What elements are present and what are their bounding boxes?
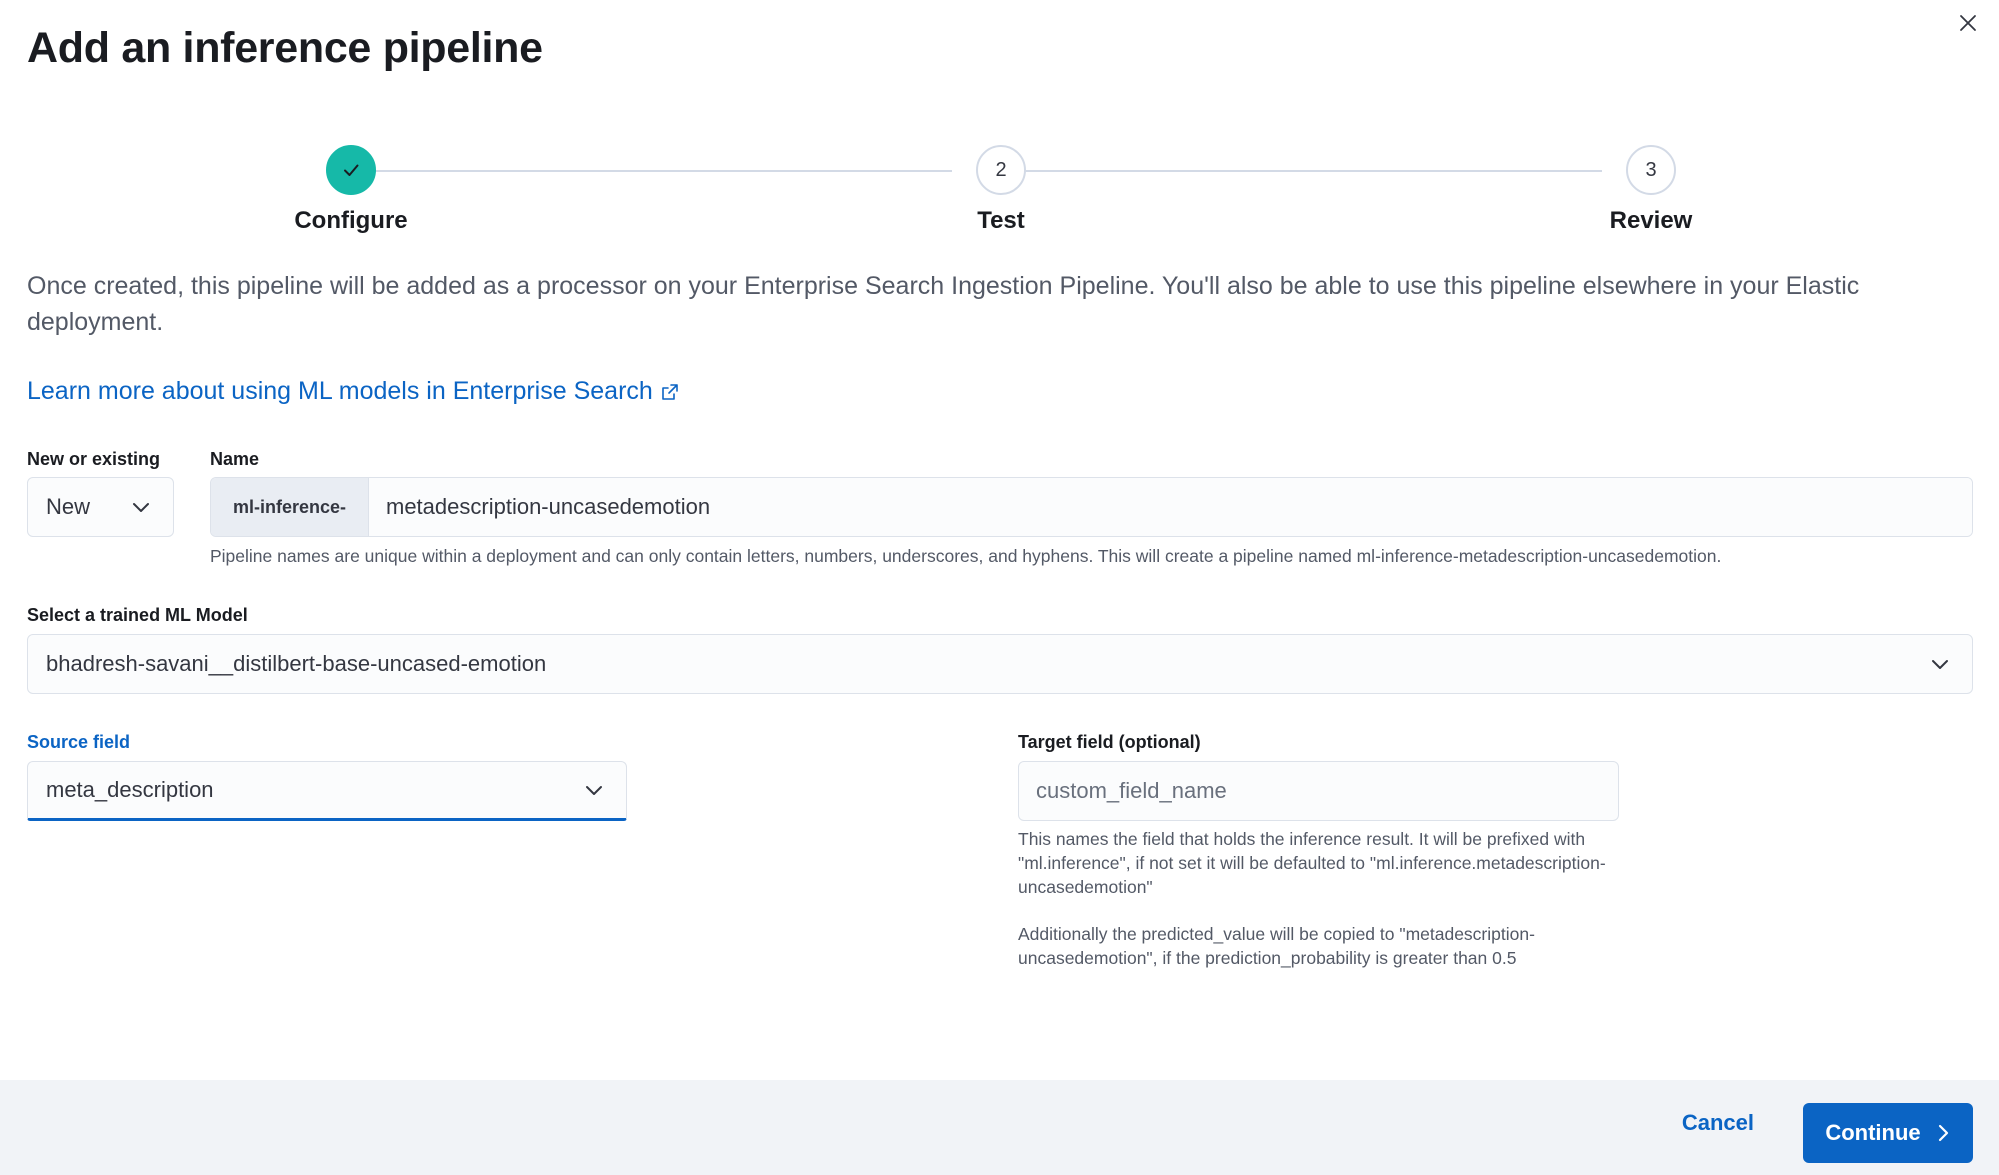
model-select[interactable]: bhadresh-savani__distilbert-base-uncased…: [27, 634, 1973, 694]
target-field-help: This names the field that holds the infe…: [1018, 829, 1606, 897]
cancel-button[interactable]: Cancel: [1682, 1110, 1754, 1136]
external-link-icon: [661, 383, 678, 400]
learn-more-label: Learn more about using ML models in Ente…: [27, 377, 653, 405]
stepper: Configure 2 Test 3 Review: [27, 145, 1972, 245]
name-label: Name: [210, 449, 260, 469]
step-configure[interactable]: Configure: [251, 145, 451, 235]
chevron-down-icon: [1932, 660, 1948, 669]
pipeline-description: Once created, this pipeline will be adde…: [27, 272, 1860, 336]
target-field-input[interactable]: [1018, 761, 1619, 821]
step-number: 3: [1626, 145, 1676, 195]
new-or-existing-select[interactable]: New: [27, 477, 174, 537]
new-or-existing-label: New or existing: [27, 449, 161, 469]
learn-more-link[interactable]: Learn more about using ML models in Ente…: [27, 377, 679, 406]
model-label: Select a trained ML Model: [27, 605, 248, 625]
step-review[interactable]: 3 Review: [1551, 145, 1751, 235]
chevron-down-icon: [133, 503, 149, 512]
source-field-label: Source field: [27, 732, 131, 752]
step-number: 2: [976, 145, 1026, 195]
new-or-existing-value: New: [46, 494, 91, 519]
step-test[interactable]: 2 Test: [901, 145, 1101, 235]
target-field-help-extra: Additionally the predicted_value will be…: [1018, 924, 1535, 968]
source-field-value: meta_description: [46, 777, 214, 802]
modal-title: Add an inference pipeline: [27, 24, 543, 72]
continue-label: Continue: [1825, 1120, 1921, 1145]
step-label: Review: [1609, 207, 1693, 234]
chevron-right-icon: [1938, 1124, 1948, 1142]
close-icon[interactable]: [1955, 10, 1981, 36]
source-field-select[interactable]: meta_description: [27, 761, 627, 821]
step-label: Test: [977, 207, 1025, 234]
add-inference-pipeline-modal: Add an inference pipeline Configure 2 Te…: [0, 0, 1999, 1175]
chevron-down-icon: [586, 786, 602, 795]
continue-button[interactable]: Continue: [1803, 1103, 1973, 1163]
name-input[interactable]: [369, 478, 1972, 536]
name-help-text: Pipeline names are unique within a deplo…: [210, 546, 1722, 566]
target-field-label: Target field (optional): [1018, 732, 1201, 752]
name-field-group: ml-inference-: [210, 477, 1973, 537]
name-prefix: ml-inference-: [211, 478, 369, 536]
check-icon: [326, 145, 376, 195]
step-label: Configure: [294, 207, 408, 234]
model-value: bhadresh-savani__distilbert-base-uncased…: [46, 651, 547, 676]
